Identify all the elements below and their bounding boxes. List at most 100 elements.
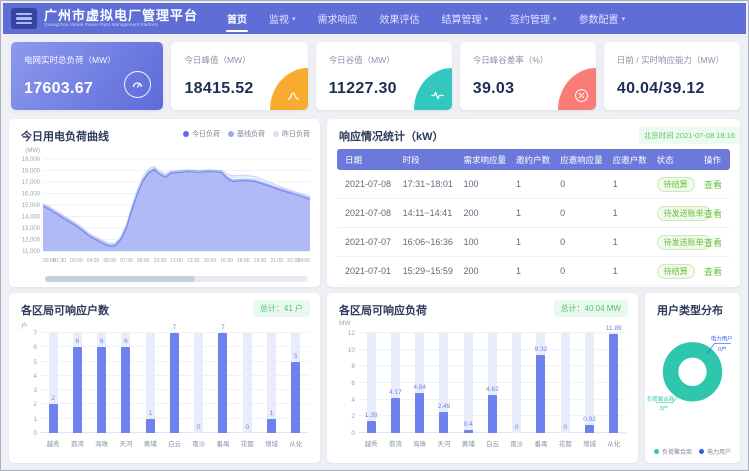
- bar: [367, 421, 376, 433]
- cell-responded-users: 1: [605, 199, 649, 228]
- load-chart-legend: 今日负荷基线负荷 昨日负荷: [183, 129, 310, 139]
- cell-period: 15:29~15:59: [395, 257, 456, 286]
- nav-item-label: 结算管理: [442, 11, 482, 26]
- y-tick-label: 5: [15, 359, 37, 366]
- app-title-block: 广州市虚拟电厂管理平台 Guangzhou Virtual Power Plan…: [44, 9, 198, 28]
- kpi-value: 18415.52: [184, 80, 253, 98]
- bar: [439, 412, 448, 433]
- bar-column-海珠: 6海珠: [90, 333, 114, 433]
- response-stats-panel: 响应情况统计（kW） 北京时间 2021-07-08 18:16 日期时段需求响…: [327, 119, 740, 287]
- kpi-label: 今日峰谷差率（%）: [473, 54, 549, 66]
- view-link[interactable]: 查看: [704, 267, 722, 277]
- status-badge: 待发送账单: [657, 206, 711, 221]
- bar-value-label: 5: [278, 353, 314, 360]
- bar-column-天河: 2.49天河: [432, 333, 456, 433]
- svg-text:06:00: 06:00: [103, 258, 116, 264]
- legend-item-0[interactable]: 今日负荷: [183, 129, 220, 139]
- svg-text:0户: 0户: [718, 345, 727, 353]
- svg-text:12,000: 12,000: [22, 238, 41, 244]
- user-type-panel: 用户类型分布 电力用户0户负荷聚合商3户 负荷聚合商电力用户: [645, 293, 740, 463]
- y-tick-label: 4: [333, 397, 355, 404]
- nav-item-0[interactable]: 首页: [216, 3, 258, 34]
- legend-label: 负荷聚合商: [662, 447, 692, 456]
- bar-column-从化: 11.89从化: [602, 333, 626, 433]
- table-row: 2021-07-0814:11~14:41200101待发送账单查看: [337, 199, 730, 228]
- pulse-icon: [414, 68, 452, 110]
- bar-column-番禺: 9.32番禺: [529, 333, 553, 433]
- legend-label: 昨日负荷: [282, 129, 310, 139]
- view-link[interactable]: 查看: [704, 209, 722, 219]
- svg-text:负荷聚合商: 负荷聚合商: [647, 395, 675, 403]
- kpi-value: 39.03: [473, 80, 515, 98]
- svg-text:17,000: 17,000: [22, 180, 41, 186]
- datazoom-slider[interactable]: [45, 276, 308, 282]
- nav-item-label: 首页: [227, 11, 247, 26]
- response-table-body: 2021-07-0817:31~18:01100101待结算查看2021-07-…: [337, 170, 730, 286]
- cell-invited: 1: [508, 170, 552, 199]
- cell-demand: 100: [456, 170, 509, 199]
- cell-invited: 1: [508, 199, 552, 228]
- cell-invited: 1: [508, 257, 552, 286]
- kpi-value: 40.04/39.12: [617, 80, 705, 98]
- cell-demand: 200: [456, 257, 509, 286]
- nav-item-1[interactable]: 监视▾: [258, 3, 307, 34]
- nav-item-5[interactable]: 签约管理▾: [499, 3, 568, 34]
- y-tick-label: 2: [15, 401, 37, 408]
- cell-demand: 100: [456, 228, 509, 257]
- svg-text:03:00: 03:00: [70, 258, 83, 264]
- svg-text:15,000: 15,000: [22, 203, 41, 209]
- kpi-label: 电网实时总负荷（MW）: [24, 54, 116, 66]
- cell-responded: 0: [552, 257, 605, 286]
- view-link[interactable]: 查看: [704, 238, 722, 248]
- nav-item-3[interactable]: 效果评估: [369, 3, 431, 34]
- kpi-card-1: 今日峰值（MW）18415.52: [171, 42, 307, 110]
- nav-item-4[interactable]: 结算管理▾: [431, 3, 500, 34]
- bar: [391, 398, 400, 433]
- svg-text:13:30: 13:30: [187, 258, 200, 264]
- y-tick-label: 6: [333, 380, 355, 387]
- bar: [170, 333, 179, 433]
- percent-icon: [558, 68, 596, 110]
- column-header-1: 时段: [395, 149, 456, 170]
- district-users-chart: 012345672越秀6荔湾6海珠6天河1黄埔7白云0南沙7番禺0花都1增城5从…: [41, 333, 308, 433]
- legend-item-1[interactable]: 基线负荷: [228, 129, 265, 139]
- middle-row: 今日用电负荷曲线 今日负荷基线负荷昨日负荷 11,00012,00013,000…: [9, 119, 740, 287]
- svg-text:01:30: 01:30: [53, 258, 66, 264]
- dashboard-screen: 广州市虚拟电厂管理平台 Guangzhou Virtual Power Plan…: [0, 0, 749, 471]
- y-tick-label: 7: [15, 330, 37, 337]
- column-header-5: 应邀户数: [605, 149, 649, 170]
- kpi-card-2: 今日谷值（MW）11227.30: [316, 42, 452, 110]
- legend-item-0[interactable]: 负荷聚合商: [654, 447, 692, 456]
- x-axis-label: 从化: [276, 438, 316, 448]
- svg-text:(MW): (MW): [25, 148, 40, 154]
- cell-invited: 1: [508, 228, 552, 257]
- bar: [291, 362, 300, 433]
- bar-value-label: 11.89: [596, 325, 632, 332]
- legend-item-1[interactable]: 电力用户: [699, 447, 731, 456]
- svg-text:12:00: 12:00: [170, 258, 183, 264]
- chevron-down-icon: ▾: [292, 15, 296, 23]
- y-tick-label: 1: [15, 416, 37, 423]
- kpi-row: 电网实时总负荷（MW）17603.67今日峰值（MW）18415.52今日谷值（…: [11, 42, 740, 110]
- datazoom-handle[interactable]: [45, 276, 195, 282]
- cell-date: 2021-07-08: [337, 199, 395, 228]
- cell-responded: 0: [552, 228, 605, 257]
- nav-item-2[interactable]: 需求响应: [307, 3, 369, 34]
- cell-demand: 200: [456, 199, 509, 228]
- cell-status: 待发送账单: [649, 228, 696, 257]
- cell-date: 2021-07-01: [337, 257, 395, 286]
- y-axis-unit: 户: [21, 320, 28, 330]
- y-tick-label: 2: [333, 413, 355, 420]
- cell-period: 16:06~16:36: [395, 228, 456, 257]
- cell-action: 查看: [696, 170, 730, 199]
- view-link[interactable]: 查看: [704, 180, 722, 190]
- bar: [267, 419, 276, 433]
- cell-date: 2021-07-07: [337, 228, 395, 257]
- svg-text:19:30: 19:30: [254, 258, 267, 264]
- status-badge: 待结算: [657, 264, 695, 279]
- legend-item-2[interactable]: 昨日负荷: [273, 129, 310, 139]
- y-tick-label: 3: [15, 387, 37, 394]
- nav-item-6[interactable]: 参数配置▾: [568, 3, 637, 34]
- column-header-3: 邀约户数: [508, 149, 552, 170]
- column-header-0: 日期: [337, 149, 395, 170]
